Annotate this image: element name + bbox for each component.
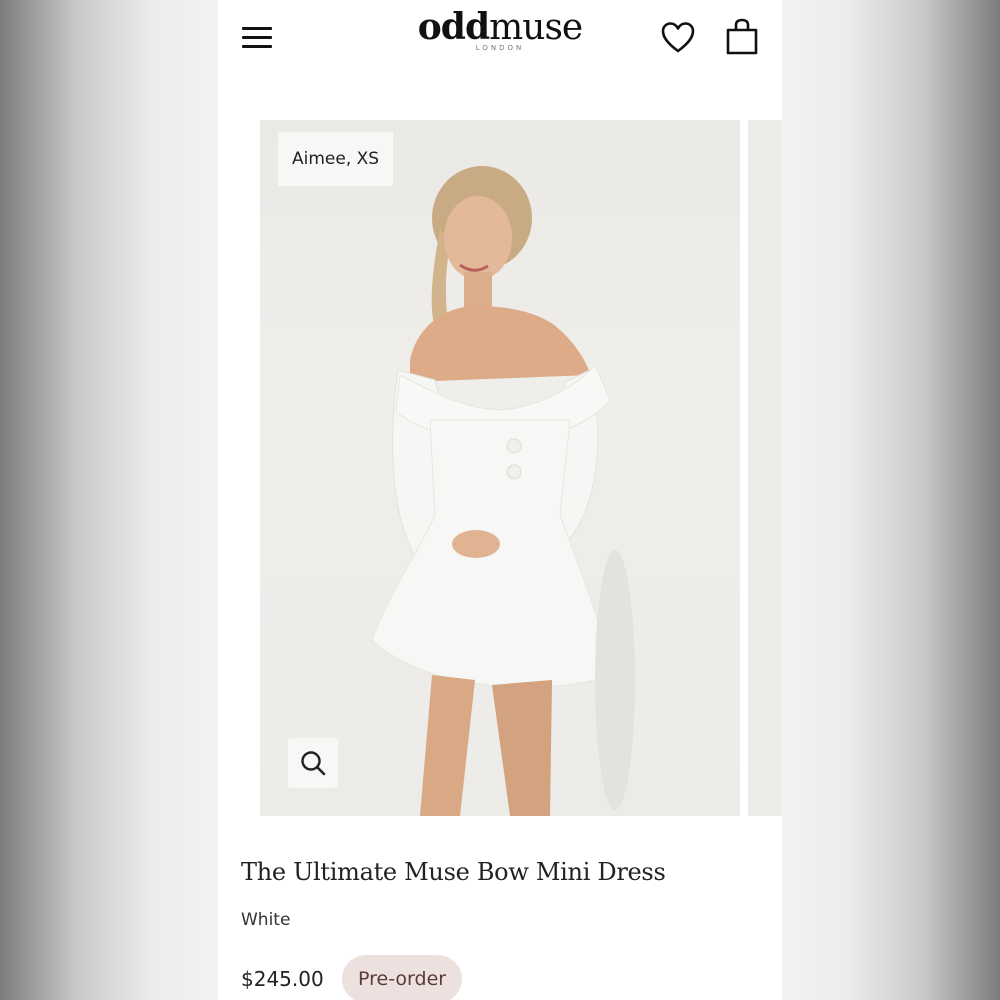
- background-left: [0, 0, 218, 1000]
- model-photo: [371, 166, 635, 816]
- product-image-gallery[interactable]: Aimee, XS: [218, 118, 782, 818]
- brand-logo[interactable]: oddmuse LONDON: [218, 6, 782, 52]
- product-price: $245.00: [241, 967, 324, 991]
- background-right: [782, 0, 1000, 1000]
- product-color: White: [241, 910, 291, 930]
- bag-icon[interactable]: [724, 18, 760, 56]
- heart-icon[interactable]: [660, 20, 696, 54]
- search-icon: [301, 751, 326, 776]
- product-image[interactable]: Aimee, XS: [260, 120, 740, 816]
- logo-text: oddmuse: [417, 6, 583, 48]
- logo-subtext: LONDON: [475, 44, 525, 52]
- site-header: oddmuse LONDON: [218, 0, 782, 118]
- product-page: oddmuse LONDON Aimee, XS The Ultimate Mu…: [218, 0, 782, 1000]
- preorder-badge[interactable]: Pre-order: [342, 955, 463, 1000]
- model-size-label: Aimee, XS: [278, 132, 394, 186]
- zoom-button[interactable]: [288, 738, 338, 788]
- product-title: The Ultimate Muse Bow Mini Dress: [241, 858, 666, 886]
- next-image-peek[interactable]: [748, 120, 782, 816]
